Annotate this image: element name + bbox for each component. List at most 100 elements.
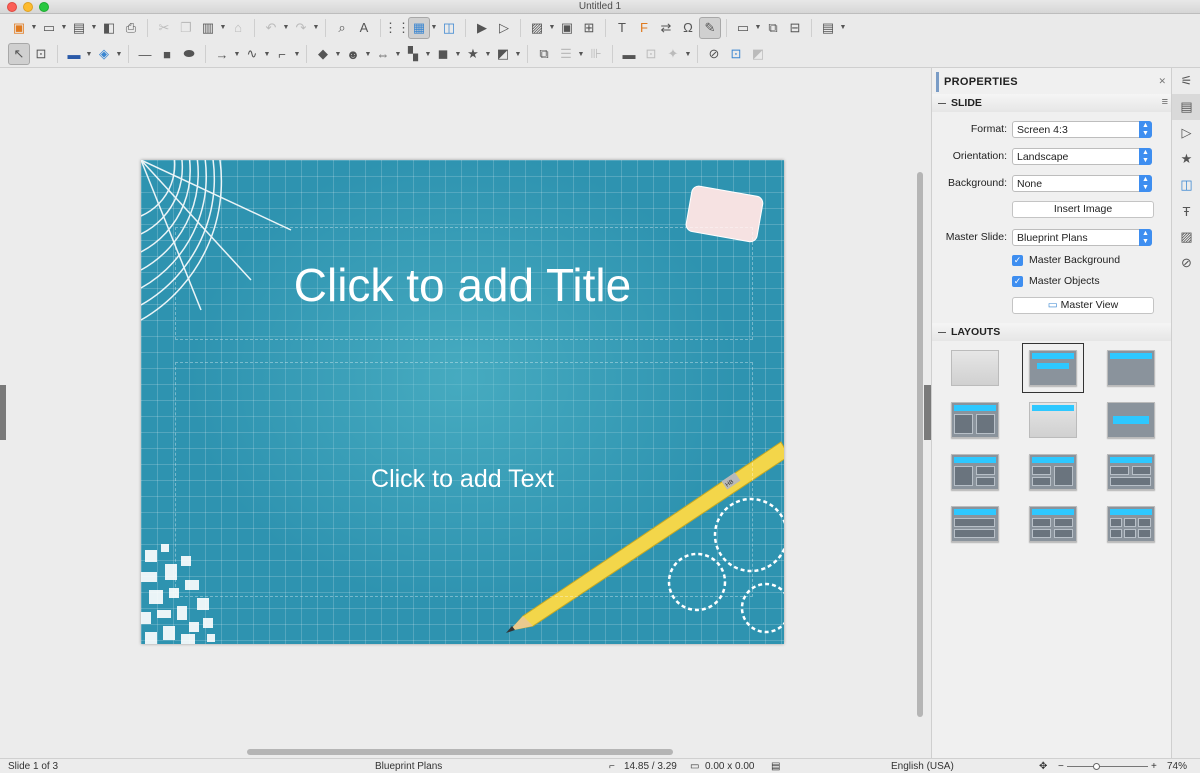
zoom-icon[interactable]: ⊡	[30, 43, 52, 65]
vertical-scroll-thumb[interactable]	[917, 172, 923, 717]
layout-title-content[interactable]	[1107, 350, 1155, 386]
layout-title-content-over-content[interactable]	[951, 506, 999, 542]
styles-tab-icon[interactable]: Ŧ	[1172, 198, 1200, 224]
dropdown-arrow-icon[interactable]: ▼	[60, 24, 68, 31]
display-views-icon[interactable]: ▤	[817, 17, 839, 39]
dropdown-arrow-icon[interactable]: ▼	[312, 24, 320, 31]
layout-title-2-content-over-content[interactable]	[1107, 454, 1155, 490]
layout-title-slide[interactable]	[1022, 343, 1084, 393]
zoom-level[interactable]: 74%	[1167, 761, 1187, 772]
dropdown-arrow-icon[interactable]: ▼	[263, 51, 271, 58]
dropdown-arrow-icon[interactable]: ▼	[219, 24, 227, 31]
master-slide-icon[interactable]: ◫	[438, 17, 460, 39]
properties-tab-icon[interactable]: ⚟	[1172, 68, 1200, 94]
curve-icon[interactable]: ∿	[241, 43, 263, 65]
start-current-icon[interactable]: ▷	[493, 17, 515, 39]
dropdown-arrow-icon[interactable]: ▼	[839, 24, 847, 31]
textbox-icon[interactable]: T	[611, 17, 633, 39]
connector-shape-icon[interactable]: ⌐	[271, 43, 293, 65]
slide-layout-icon[interactable]: ▦	[408, 16, 430, 39]
slide-transition-tab-icon[interactable]: ▷	[1172, 120, 1200, 146]
table-icon[interactable]: ⊞	[578, 17, 600, 39]
zoom-slider[interactable]	[1067, 766, 1148, 767]
master-objects-checkbox[interactable]: ✓ Master Objects	[1012, 273, 1100, 289]
dropdown-arrow-icon[interactable]: ▼	[577, 51, 585, 58]
animation-tab-icon[interactable]: ★	[1172, 146, 1200, 172]
draw-icon[interactable]: ✎	[699, 16, 721, 39]
dropdown-arrow-icon[interactable]: ▼	[430, 24, 438, 31]
dropdown-arrow-icon[interactable]: ▼	[115, 51, 123, 58]
close-icon[interactable]: ✕	[1158, 76, 1166, 87]
basic-shapes-icon[interactable]: ◆	[312, 43, 334, 65]
insert-image-button[interactable]: Insert Image	[1012, 201, 1154, 218]
toggle-extrusion-icon[interactable]: ⊘	[703, 43, 725, 65]
select-icon[interactable]: ↖	[8, 43, 30, 65]
dropdown-arrow-icon[interactable]: ▼	[30, 24, 38, 31]
shadow-icon[interactable]: ▬	[618, 43, 640, 65]
slide-text-placeholder[interactable]: Click to add Text	[141, 465, 784, 494]
fit-slide-icon[interactable]: ✥	[1039, 761, 1047, 772]
dropdown-arrow-icon[interactable]: ▼	[424, 51, 432, 58]
line-icon[interactable]: —	[134, 43, 156, 65]
dropdown-arrow-icon[interactable]: ▼	[684, 51, 692, 58]
delete-slide-icon[interactable]: ⊟	[784, 17, 806, 39]
rectangle-icon[interactable]: ■	[156, 43, 178, 65]
presentation-icon[interactable]: ▣	[8, 17, 30, 39]
gluepoint-icon[interactable]: ⊡	[725, 43, 747, 65]
horizontal-scroll-thumb[interactable]	[247, 749, 673, 755]
slide-pane-toggle[interactable]	[0, 385, 6, 440]
slide-properties-tab-icon[interactable]: ▤	[1172, 94, 1200, 120]
zoom-slider-knob[interactable]	[1093, 763, 1100, 770]
format-select[interactable]: Screen 4:3 ▲ ▼	[1012, 121, 1152, 138]
grid-icon[interactable]: ⋮⋮	[384, 17, 410, 39]
points-icon[interactable]: ◩	[747, 43, 769, 65]
dropdown-arrow-icon[interactable]: ▼	[514, 51, 522, 58]
language[interactable]: English (USA)	[891, 761, 954, 772]
gallery-tab-icon[interactable]: ▨	[1172, 224, 1200, 250]
spelling-icon[interactable]: A	[353, 17, 375, 39]
layout-centered-text[interactable]	[1107, 402, 1155, 438]
block-arrows-icon[interactable]: ⇔	[372, 43, 394, 65]
layout-title-6-content[interactable]	[1107, 506, 1155, 542]
fill-color-icon[interactable]: ◈	[93, 43, 115, 65]
special-character-icon[interactable]: Ω	[677, 17, 699, 39]
callouts-icon[interactable]: ◼	[432, 43, 454, 65]
open-icon[interactable]: ▭	[38, 17, 60, 39]
master-background-checkbox[interactable]: ✓ Master Background	[1012, 252, 1120, 268]
dropdown-arrow-icon[interactable]: ▼	[334, 51, 342, 58]
duplicate-slide-icon[interactable]: ⧉	[762, 17, 784, 39]
dropdown-arrow-icon[interactable]: ▼	[484, 51, 492, 58]
undo-icon[interactable]: ↶	[260, 17, 282, 39]
dropdown-arrow-icon[interactable]: ▼	[90, 24, 98, 31]
flowchart-icon[interactable]: ▚	[402, 43, 424, 65]
redo-icon[interactable]: ↷	[290, 17, 312, 39]
navigator-tab-icon[interactable]: ⊘	[1172, 250, 1200, 276]
transformations-icon[interactable]: ⧉	[533, 43, 555, 65]
ellipse-icon[interactable]: ⬬	[178, 43, 200, 65]
symbol-shapes-icon[interactable]: ☻	[342, 43, 364, 65]
layout-title-only[interactable]	[1029, 402, 1077, 438]
layout-title-2-content[interactable]	[951, 402, 999, 438]
stars-icon[interactable]: ★	[462, 43, 484, 65]
slide-workspace[interactable]: HB Click to add Title Click to add Text	[6, 68, 916, 746]
zoom-out-icon[interactable]: −	[1058, 761, 1064, 772]
find-icon[interactable]: ⌕	[331, 17, 353, 39]
dropdown-arrow-icon[interactable]: ▼	[85, 51, 93, 58]
orientation-select[interactable]: Landscape ▲ ▼	[1012, 148, 1152, 165]
dropdown-arrow-icon[interactable]: ▼	[394, 51, 402, 58]
fontwork-icon[interactable]: F	[633, 17, 655, 39]
copy-icon[interactable]: ❐	[175, 17, 197, 39]
layout-title-2-content-content[interactable]	[951, 454, 999, 490]
zoom-in-icon[interactable]: +	[1151, 761, 1157, 772]
dropdown-arrow-icon[interactable]: ▼	[454, 51, 462, 58]
clone-format-icon[interactable]: ⌂	[227, 17, 249, 39]
sidebar-toggle[interactable]	[924, 385, 931, 440]
horizontal-scrollbar[interactable]	[6, 746, 916, 758]
layout-blank[interactable]	[951, 350, 999, 386]
paste-icon[interactable]: ▥	[197, 17, 219, 39]
menu-icon[interactable]: ≡	[1162, 96, 1168, 108]
comment-icon[interactable]: ▭	[732, 17, 754, 39]
dropdown-arrow-icon[interactable]: ▼	[293, 51, 301, 58]
start-presentation-icon[interactable]: ▶	[471, 17, 493, 39]
3d-objects-icon[interactable]: ◩	[492, 43, 514, 65]
